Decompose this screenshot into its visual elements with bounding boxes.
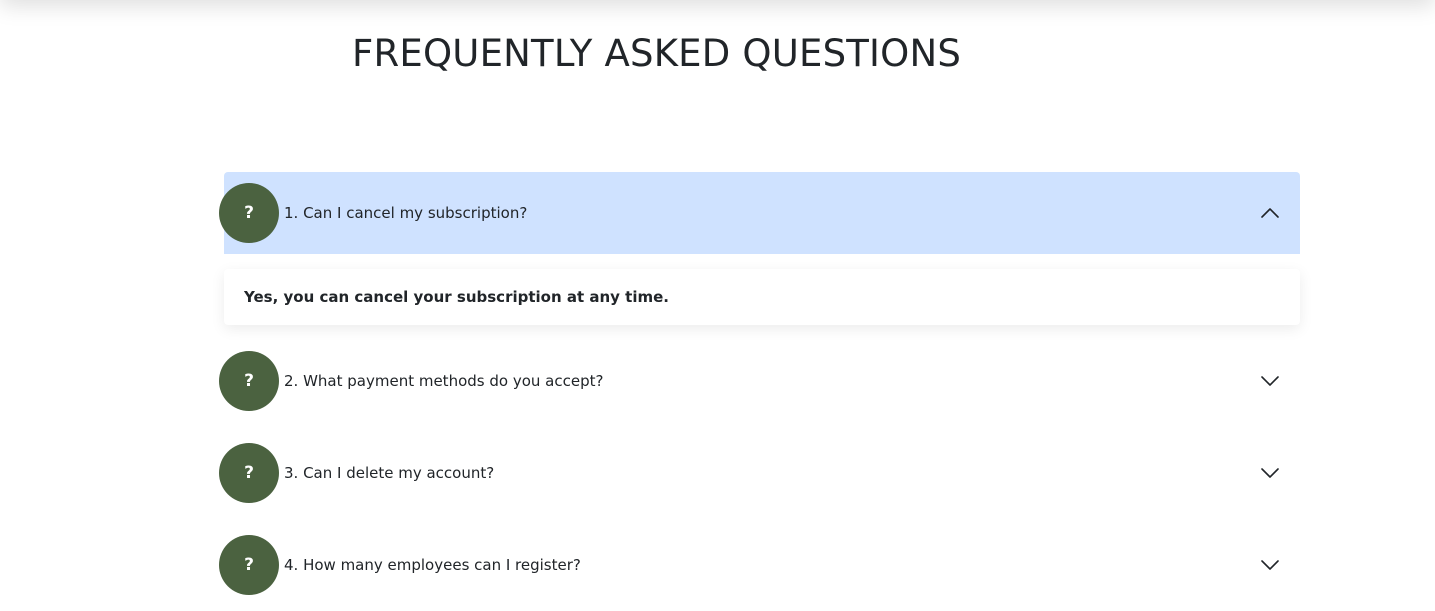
faq-question-toggle-3[interactable]: ? 3. Can I delete my account? [219,427,1300,519]
faq-item-3: ? 3. Can I delete my account? [219,427,1300,519]
chevron-down-icon[interactable] [1260,463,1280,483]
faq-question-text: 2. What payment methods do you accept? [284,372,604,390]
faq-answer-text: Yes, you can cancel your subscription at… [244,288,669,306]
faq-accordion: ? 1. Can I cancel my subscription? Yes, … [219,172,1300,611]
faq-item-1: ? 1. Can I cancel my subscription? Yes, … [219,172,1300,325]
question-mark-glyph: ? [244,555,254,575]
faq-question-toggle-2[interactable]: ? 2. What payment methods do you accept? [219,335,1300,427]
question-mark-glyph: ? [244,203,254,223]
page-title: FREQUENTLY ASKED QUESTIONS [352,32,962,75]
question-mark-glyph: ? [244,371,254,391]
chevron-down-icon[interactable] [1260,371,1280,391]
chevron-up-icon[interactable] [1260,203,1280,223]
faq-question-toggle-4[interactable]: ? 4. How many employees can I register? [219,519,1300,611]
question-mark-icon: ? [219,535,279,595]
question-mark-icon: ? [219,183,279,243]
question-mark-icon: ? [219,443,279,503]
question-mark-glyph: ? [244,463,254,483]
faq-item-2: ? 2. What payment methods do you accept? [219,335,1300,427]
faq-answer-panel: Yes, you can cancel your subscription at… [224,269,1300,325]
faq-question-text: 1. Can I cancel my subscription? [284,204,528,222]
faq-question-toggle-1[interactable]: ? 1. Can I cancel my subscription? [219,172,1300,254]
faq-question-text: 3. Can I delete my account? [284,464,495,482]
chevron-down-icon[interactable] [1260,555,1280,575]
question-mark-icon: ? [219,351,279,411]
faq-item-4: ? 4. How many employees can I register? [219,519,1300,611]
faq-question-text: 4. How many employees can I register? [284,556,581,574]
